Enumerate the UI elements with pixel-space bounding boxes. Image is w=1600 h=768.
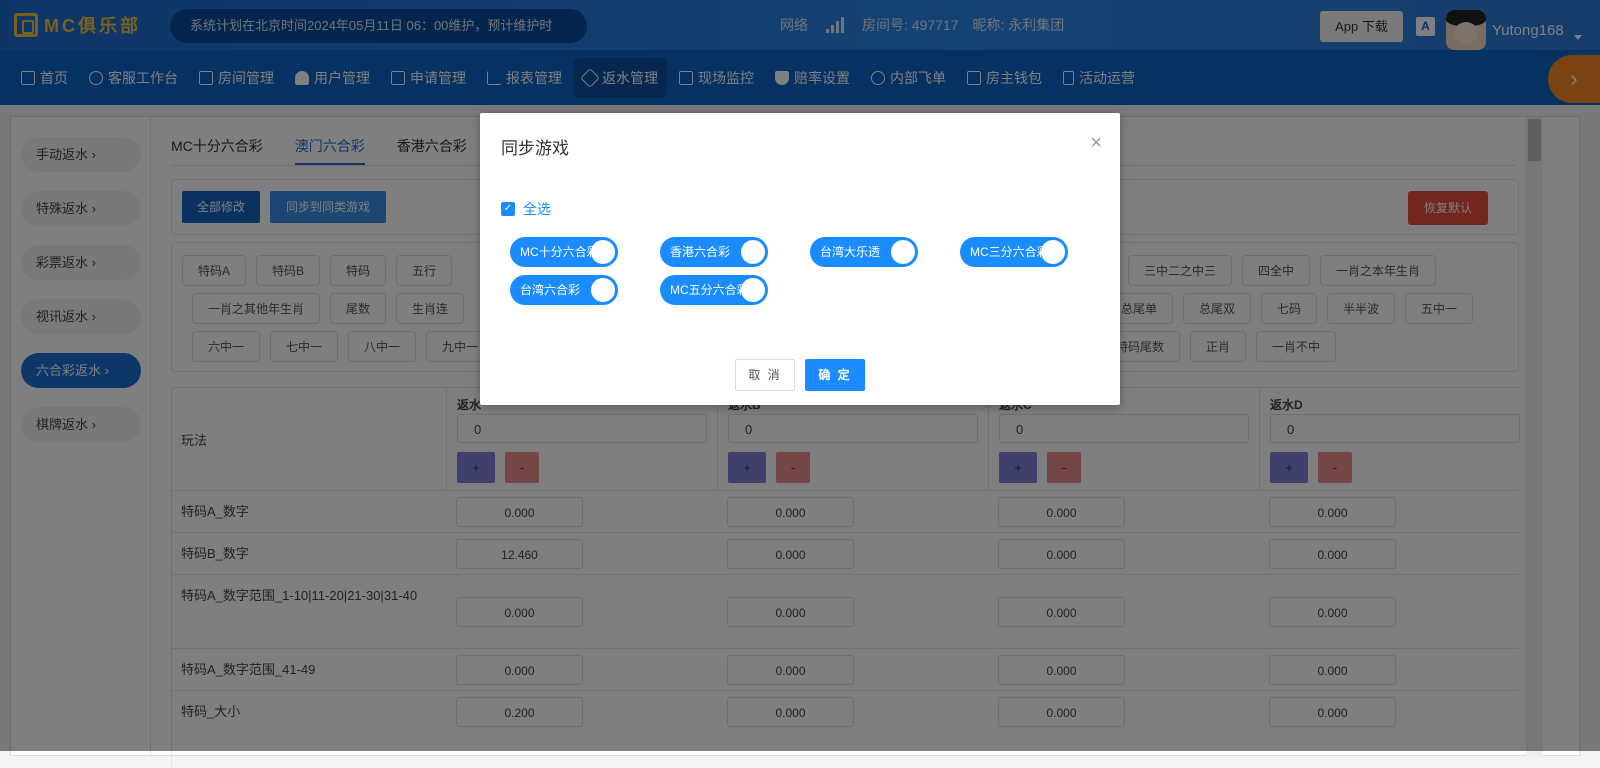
sync-games-dialog: 同步游戏 × ✓ 全选 MC十分六合彩 香港六合彩 台湾大乐透 MC三分六合彩 …	[480, 113, 1120, 405]
confirm-button[interactable]: 确 定	[805, 359, 865, 391]
toggle-knob	[1041, 240, 1065, 264]
game-toggle[interactable]: MC五分六合彩	[660, 275, 768, 305]
game-toggle[interactable]: 香港六合彩	[660, 237, 768, 267]
game-toggle[interactable]: MC三分六合彩	[960, 237, 1068, 267]
toggle-knob	[891, 240, 915, 264]
game-toggle[interactable]: MC十分六合彩	[510, 237, 618, 267]
game-toggle[interactable]: 台湾大乐透	[810, 237, 918, 267]
cancel-button[interactable]: 取 消	[735, 359, 795, 391]
toggle-knob	[741, 278, 765, 302]
select-all-checkbox[interactable]: ✓ 全选	[501, 199, 551, 219]
dialog-title: 同步游戏	[501, 139, 569, 158]
toggle-knob	[591, 240, 615, 264]
close-icon[interactable]: ×	[1090, 133, 1102, 153]
toggle-knob	[591, 278, 615, 302]
game-toggle[interactable]: 台湾六合彩	[510, 275, 618, 305]
toggle-knob	[741, 240, 765, 264]
checkmark-icon: ✓	[501, 202, 515, 216]
